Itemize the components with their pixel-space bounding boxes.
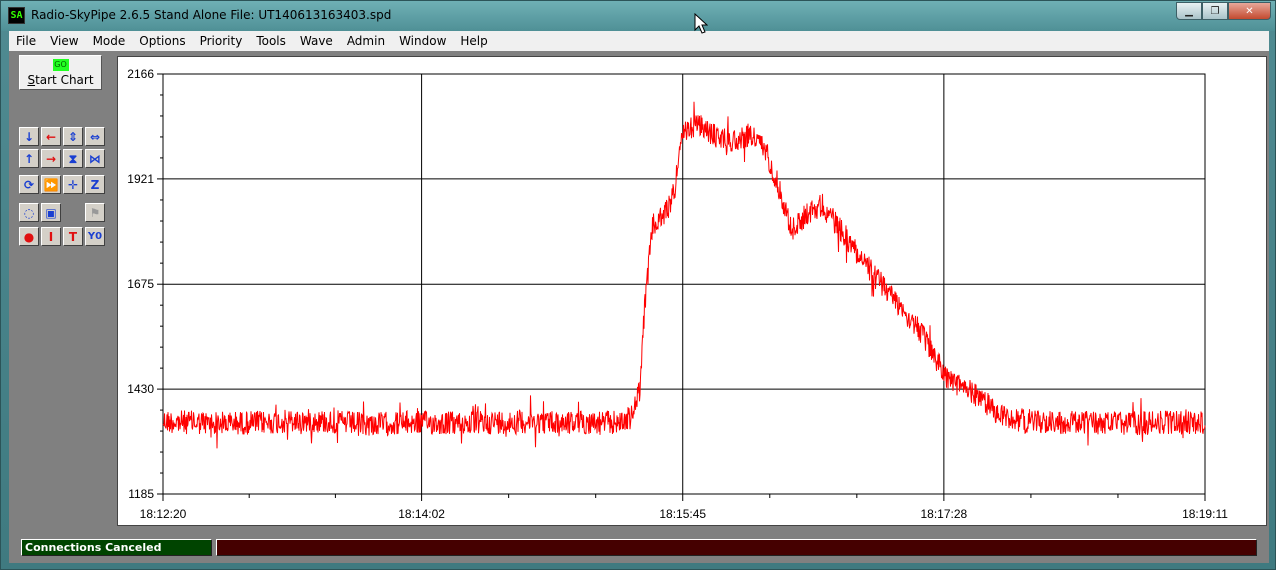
arrow-up-button[interactable]: ↑ (19, 149, 39, 168)
refresh-icon: ⟳ (23, 177, 35, 192)
text-t-button[interactable]: T (63, 227, 83, 246)
fast-forward-icon: ⏩ (43, 177, 59, 192)
menu-file[interactable]: File (9, 34, 43, 48)
minimize-icon: ▁ (1185, 5, 1193, 17)
title-bar[interactable]: SA Radio-SkyPipe 2.6.5 Stand Alone File:… (1, 1, 1275, 31)
y-tick-label: 1430 (127, 382, 154, 396)
window-title: Radio-SkyPipe 2.6.5 Stand Alone File: UT… (31, 8, 392, 22)
app-icon[interactable]: SA (8, 7, 25, 24)
flag-icon: ⚑ (89, 205, 101, 220)
arrow-down-icon: ↓ (23, 129, 35, 144)
start-chart-button[interactable]: GO Start Chart (19, 55, 102, 90)
arrow-right-button[interactable]: → (41, 149, 61, 168)
fast-forward-button[interactable]: ⏩ (41, 175, 61, 194)
arrow-right-icon: → (45, 151, 57, 166)
menu-admin[interactable]: Admin (340, 34, 392, 48)
connection-status: Connections Canceled (21, 539, 212, 556)
menu-mode[interactable]: Mode (86, 34, 133, 48)
compress-vertical-button[interactable]: ⧗ (63, 149, 83, 168)
x-tick-label: 18:15:45 (659, 507, 706, 521)
menu-wave[interactable]: Wave (293, 34, 340, 48)
status-message-panel (216, 539, 1257, 556)
menu-help[interactable]: Help (453, 34, 494, 48)
menu-view[interactable]: View (43, 34, 85, 48)
chart-panel[interactable]: 1185 1430 1675 1921 2166 18:12:20 18:14:02 18:1… (117, 56, 1267, 526)
arrow-up-icon: ↑ (23, 151, 35, 166)
compress-horizontal-icon: ⋈ (89, 151, 101, 166)
client-area: GO Start Chart ↓ ← ⇕ ⇔ ↑ → ⧗ ⋈ ⟳ ⏩ ✛ Z ◌ ▣ ⚑ ● I T Y0 1185… (9, 51, 1269, 563)
x-tick-label: 18:12:20 (140, 507, 187, 521)
y-tick-label: 1185 (128, 487, 154, 501)
chart-svg[interactable]: 1185 1430 1675 1921 2166 18:12:20 18:14:02 18:1… (118, 57, 1266, 525)
crosshair-icon: ✛ (67, 177, 79, 192)
start-chart-label: Start Chart (27, 72, 94, 87)
restore-button[interactable]: ❐ (1202, 2, 1228, 20)
menu-priority[interactable]: Priority (193, 34, 250, 48)
x-tick-label: 18:19:11 (1182, 507, 1228, 521)
box-select-icon: ▣ (45, 205, 57, 220)
x-tick-label: 18:17:28 (921, 507, 968, 521)
menu-window[interactable]: Window (392, 34, 453, 48)
circle-select-button[interactable]: ◌ (19, 203, 39, 222)
zoom-box-button[interactable]: Z (85, 175, 105, 194)
zoom-box-icon: Z (90, 177, 100, 192)
arrow-down-button[interactable]: ↓ (19, 127, 39, 146)
y-zero-button[interactable]: Y0 (85, 227, 105, 246)
flag-button[interactable]: ⚑ (85, 203, 105, 222)
close-icon: ✕ (1245, 5, 1254, 17)
mouse-cursor-icon (694, 13, 708, 34)
box-select-button[interactable]: ▣ (41, 203, 61, 222)
menu-tools[interactable]: Tools (249, 34, 293, 48)
restore-icon: ❐ (1210, 5, 1220, 17)
close-button[interactable]: ✕ (1228, 2, 1271, 20)
expand-vertical-icon: ⇕ (67, 129, 79, 144)
y-tick-label: 1675 (127, 277, 154, 291)
text-i-icon: I (48, 229, 54, 244)
y-tick-label: 2166 (127, 67, 154, 81)
go-icon: GO (52, 58, 69, 71)
crosshair-button[interactable]: ✛ (63, 175, 83, 194)
expand-vertical-button[interactable]: ⇕ (63, 127, 83, 146)
menu-bar: File View Mode Options Priority Tools Wave Admi… (9, 31, 1269, 51)
circle-select-icon: ◌ (23, 205, 35, 220)
refresh-button[interactable]: ⟳ (19, 175, 39, 194)
minimize-button[interactable]: ▁ (1176, 2, 1202, 20)
expand-horizontal-button[interactable]: ⇔ (85, 127, 105, 146)
record-icon: ● (23, 229, 35, 244)
compress-vertical-icon: ⧗ (68, 151, 78, 166)
record-button[interactable]: ● (19, 227, 39, 246)
expand-horizontal-icon: ⇔ (89, 129, 101, 144)
arrow-left-button[interactable]: ← (41, 127, 61, 146)
menu-options[interactable]: Options (132, 34, 192, 48)
text-i-button[interactable]: I (41, 227, 61, 246)
y-tick-label: 1921 (127, 172, 154, 186)
window-controls: ▁ ❐ ✕ (1176, 2, 1271, 20)
app-window: SA Radio-SkyPipe 2.6.5 Stand Alone File:… (0, 0, 1276, 570)
y-zero-icon: Y0 (87, 230, 103, 242)
text-t-icon: T (68, 229, 78, 244)
compress-horizontal-button[interactable]: ⋈ (85, 149, 105, 168)
arrow-left-icon: ← (45, 129, 57, 144)
x-tick-label: 18:14:02 (398, 507, 445, 521)
